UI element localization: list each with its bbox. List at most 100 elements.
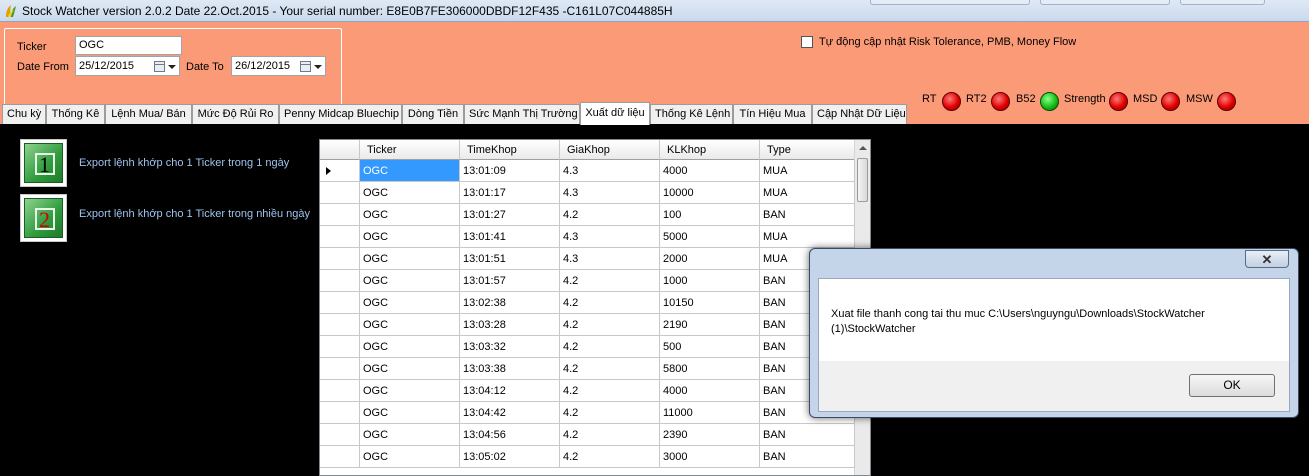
table-cell[interactable]: 5800 bbox=[660, 358, 760, 380]
table-cell[interactable]: 5000 bbox=[660, 226, 760, 248]
tab-lenh-mua-ban[interactable]: Lệnh Mua/ Bán bbox=[105, 104, 192, 124]
table-cell[interactable]: OGC bbox=[360, 380, 460, 402]
table-cell[interactable]: 4.2 bbox=[560, 336, 660, 358]
row-header[interactable] bbox=[320, 380, 360, 402]
ticker-input[interactable]: OGC bbox=[75, 36, 182, 55]
table-cell[interactable]: OGC bbox=[360, 226, 460, 248]
table-cell[interactable]: 4.2 bbox=[560, 402, 660, 424]
tab-cap-nhat-du-lieu[interactable]: Cập Nhật Dữ Liệu bbox=[812, 104, 907, 124]
row-header[interactable] bbox=[320, 182, 360, 204]
export-multi-day-button[interactable]: 2 bbox=[20, 194, 67, 242]
ok-button[interactable]: OK bbox=[1189, 374, 1275, 397]
table-cell[interactable]: OGC bbox=[360, 336, 460, 358]
chevron-down-icon[interactable] bbox=[314, 65, 322, 69]
table-cell[interactable]: 4.2 bbox=[560, 292, 660, 314]
tab-suc-manh-thi-truong[interactable]: Sức Mạnh Thị Trường bbox=[464, 104, 580, 124]
table-cell[interactable]: 13:03:28 bbox=[460, 314, 560, 336]
column-header[interactable]: Type bbox=[760, 140, 855, 160]
row-header[interactable] bbox=[320, 424, 360, 446]
table-cell[interactable]: 4.3 bbox=[560, 182, 660, 204]
table-cell[interactable]: 4.2 bbox=[560, 270, 660, 292]
table-cell[interactable]: OGC bbox=[360, 358, 460, 380]
tab-thong-ke[interactable]: Thống Kê bbox=[46, 104, 105, 124]
table-cell[interactable]: 13:01:09 bbox=[460, 160, 560, 182]
table-cell[interactable]: BAN bbox=[760, 204, 855, 226]
date-from-picker[interactable]: 25/12/2015 bbox=[75, 56, 180, 76]
close-button[interactable]: ✕ bbox=[1245, 250, 1289, 268]
table-cell[interactable]: 2390 bbox=[660, 424, 760, 446]
table-cell[interactable]: 4000 bbox=[660, 160, 760, 182]
table-cell[interactable]: 4.3 bbox=[560, 226, 660, 248]
table-cell[interactable]: 4.2 bbox=[560, 446, 660, 468]
table-cell[interactable]: 4.2 bbox=[560, 358, 660, 380]
table-cell[interactable]: 4.2 bbox=[560, 314, 660, 336]
tab-tin-hieu-mua[interactable]: Tín Hiệu Mua bbox=[733, 104, 812, 124]
table-cell[interactable]: 10150 bbox=[660, 292, 760, 314]
table-cell[interactable]: 13:01:27 bbox=[460, 204, 560, 226]
column-header[interactable]: Ticker bbox=[360, 140, 460, 160]
row-header[interactable] bbox=[320, 336, 360, 358]
tab-chu-ky[interactable]: Chu kỳ bbox=[2, 104, 46, 124]
table-cell[interactable]: OGC bbox=[360, 248, 460, 270]
table-cell[interactable]: 13:01:41 bbox=[460, 226, 560, 248]
table-cell[interactable]: 10000 bbox=[660, 182, 760, 204]
column-header[interactable]: GiaKhop bbox=[560, 140, 660, 160]
table-cell[interactable]: 1000 bbox=[660, 270, 760, 292]
tab-thong-ke-lenh[interactable]: Thống Kê Lệnh bbox=[650, 104, 733, 124]
table-cell[interactable]: 13:03:32 bbox=[460, 336, 560, 358]
column-header[interactable]: KLKhop bbox=[660, 140, 760, 160]
table-cell[interactable]: 4000 bbox=[660, 380, 760, 402]
date-to-picker[interactable]: 26/12/2015 bbox=[231, 56, 326, 76]
table-cell[interactable]: OGC bbox=[360, 182, 460, 204]
table-cell[interactable]: OGC bbox=[360, 402, 460, 424]
table-cell[interactable]: 2190 bbox=[660, 314, 760, 336]
table-cell[interactable]: OGC bbox=[360, 314, 460, 336]
table-cell[interactable]: OGC bbox=[360, 292, 460, 314]
row-header[interactable] bbox=[320, 402, 360, 424]
row-header[interactable] bbox=[320, 204, 360, 226]
tab-dong-tien[interactable]: Dòng Tiền bbox=[402, 104, 464, 124]
table-cell[interactable]: 3000 bbox=[660, 446, 760, 468]
auto-update-checkbox[interactable] bbox=[801, 36, 813, 48]
table-cell[interactable]: MUA bbox=[760, 182, 855, 204]
export-single-day-label[interactable]: Export lệnh khớp cho 1 Ticker trong 1 ng… bbox=[79, 157, 289, 169]
table-cell[interactable]: 4.2 bbox=[560, 380, 660, 402]
row-header[interactable] bbox=[320, 446, 360, 468]
row-header[interactable] bbox=[320, 226, 360, 248]
row-header[interactable] bbox=[320, 248, 360, 270]
table-cell[interactable]: 2000 bbox=[660, 248, 760, 270]
row-header[interactable] bbox=[320, 292, 360, 314]
table-cell[interactable]: MUA bbox=[760, 160, 855, 182]
table-cell[interactable]: 100 bbox=[660, 204, 760, 226]
table-cell[interactable]: OGC bbox=[360, 270, 460, 292]
table-cell[interactable]: OGC bbox=[360, 446, 460, 468]
table-cell[interactable]: 13:01:17 bbox=[460, 182, 560, 204]
row-header[interactable] bbox=[320, 270, 360, 292]
table-cell[interactable]: 4.3 bbox=[560, 160, 660, 182]
table-cell[interactable]: 4.3 bbox=[560, 248, 660, 270]
scroll-thumb[interactable] bbox=[857, 158, 868, 202]
table-cell[interactable]: MUA bbox=[760, 226, 855, 248]
trades-grid[interactable]: Ticker TimeKhop GiaKhop KLKhop Type OGC 1… bbox=[319, 139, 871, 476]
export-single-day-button[interactable]: 1 bbox=[20, 139, 67, 187]
row-header[interactable] bbox=[320, 314, 360, 336]
table-cell[interactable]: 4.2 bbox=[560, 204, 660, 226]
calendar-icon[interactable] bbox=[154, 61, 165, 72]
tab-penny-midcap-bluechip[interactable]: Penny Midcap Bluechip bbox=[279, 104, 402, 124]
table-cell[interactable]: 13:04:42 bbox=[460, 402, 560, 424]
column-header[interactable]: TimeKhop bbox=[460, 140, 560, 160]
table-cell[interactable]: 13:02:38 bbox=[460, 292, 560, 314]
table-cell[interactable]: 500 bbox=[660, 336, 760, 358]
export-multi-day-label[interactable]: Export lệnh khớp cho 1 Ticker trong nhiề… bbox=[79, 208, 310, 220]
table-cell[interactable]: OGC bbox=[360, 160, 460, 182]
calendar-icon[interactable] bbox=[300, 61, 311, 72]
table-cell[interactable]: 11000 bbox=[660, 402, 760, 424]
table-cell[interactable]: 13:04:12 bbox=[460, 380, 560, 402]
table-cell[interactable]: OGC bbox=[360, 424, 460, 446]
table-cell[interactable]: 13:01:57 bbox=[460, 270, 560, 292]
row-header[interactable] bbox=[320, 358, 360, 380]
tab-xuat-du-lieu[interactable]: Xuất dữ liệu bbox=[580, 102, 650, 125]
table-cell[interactable]: 13:04:56 bbox=[460, 424, 560, 446]
chevron-down-icon[interactable] bbox=[168, 65, 176, 69]
scroll-up-icon[interactable] bbox=[859, 146, 867, 150]
